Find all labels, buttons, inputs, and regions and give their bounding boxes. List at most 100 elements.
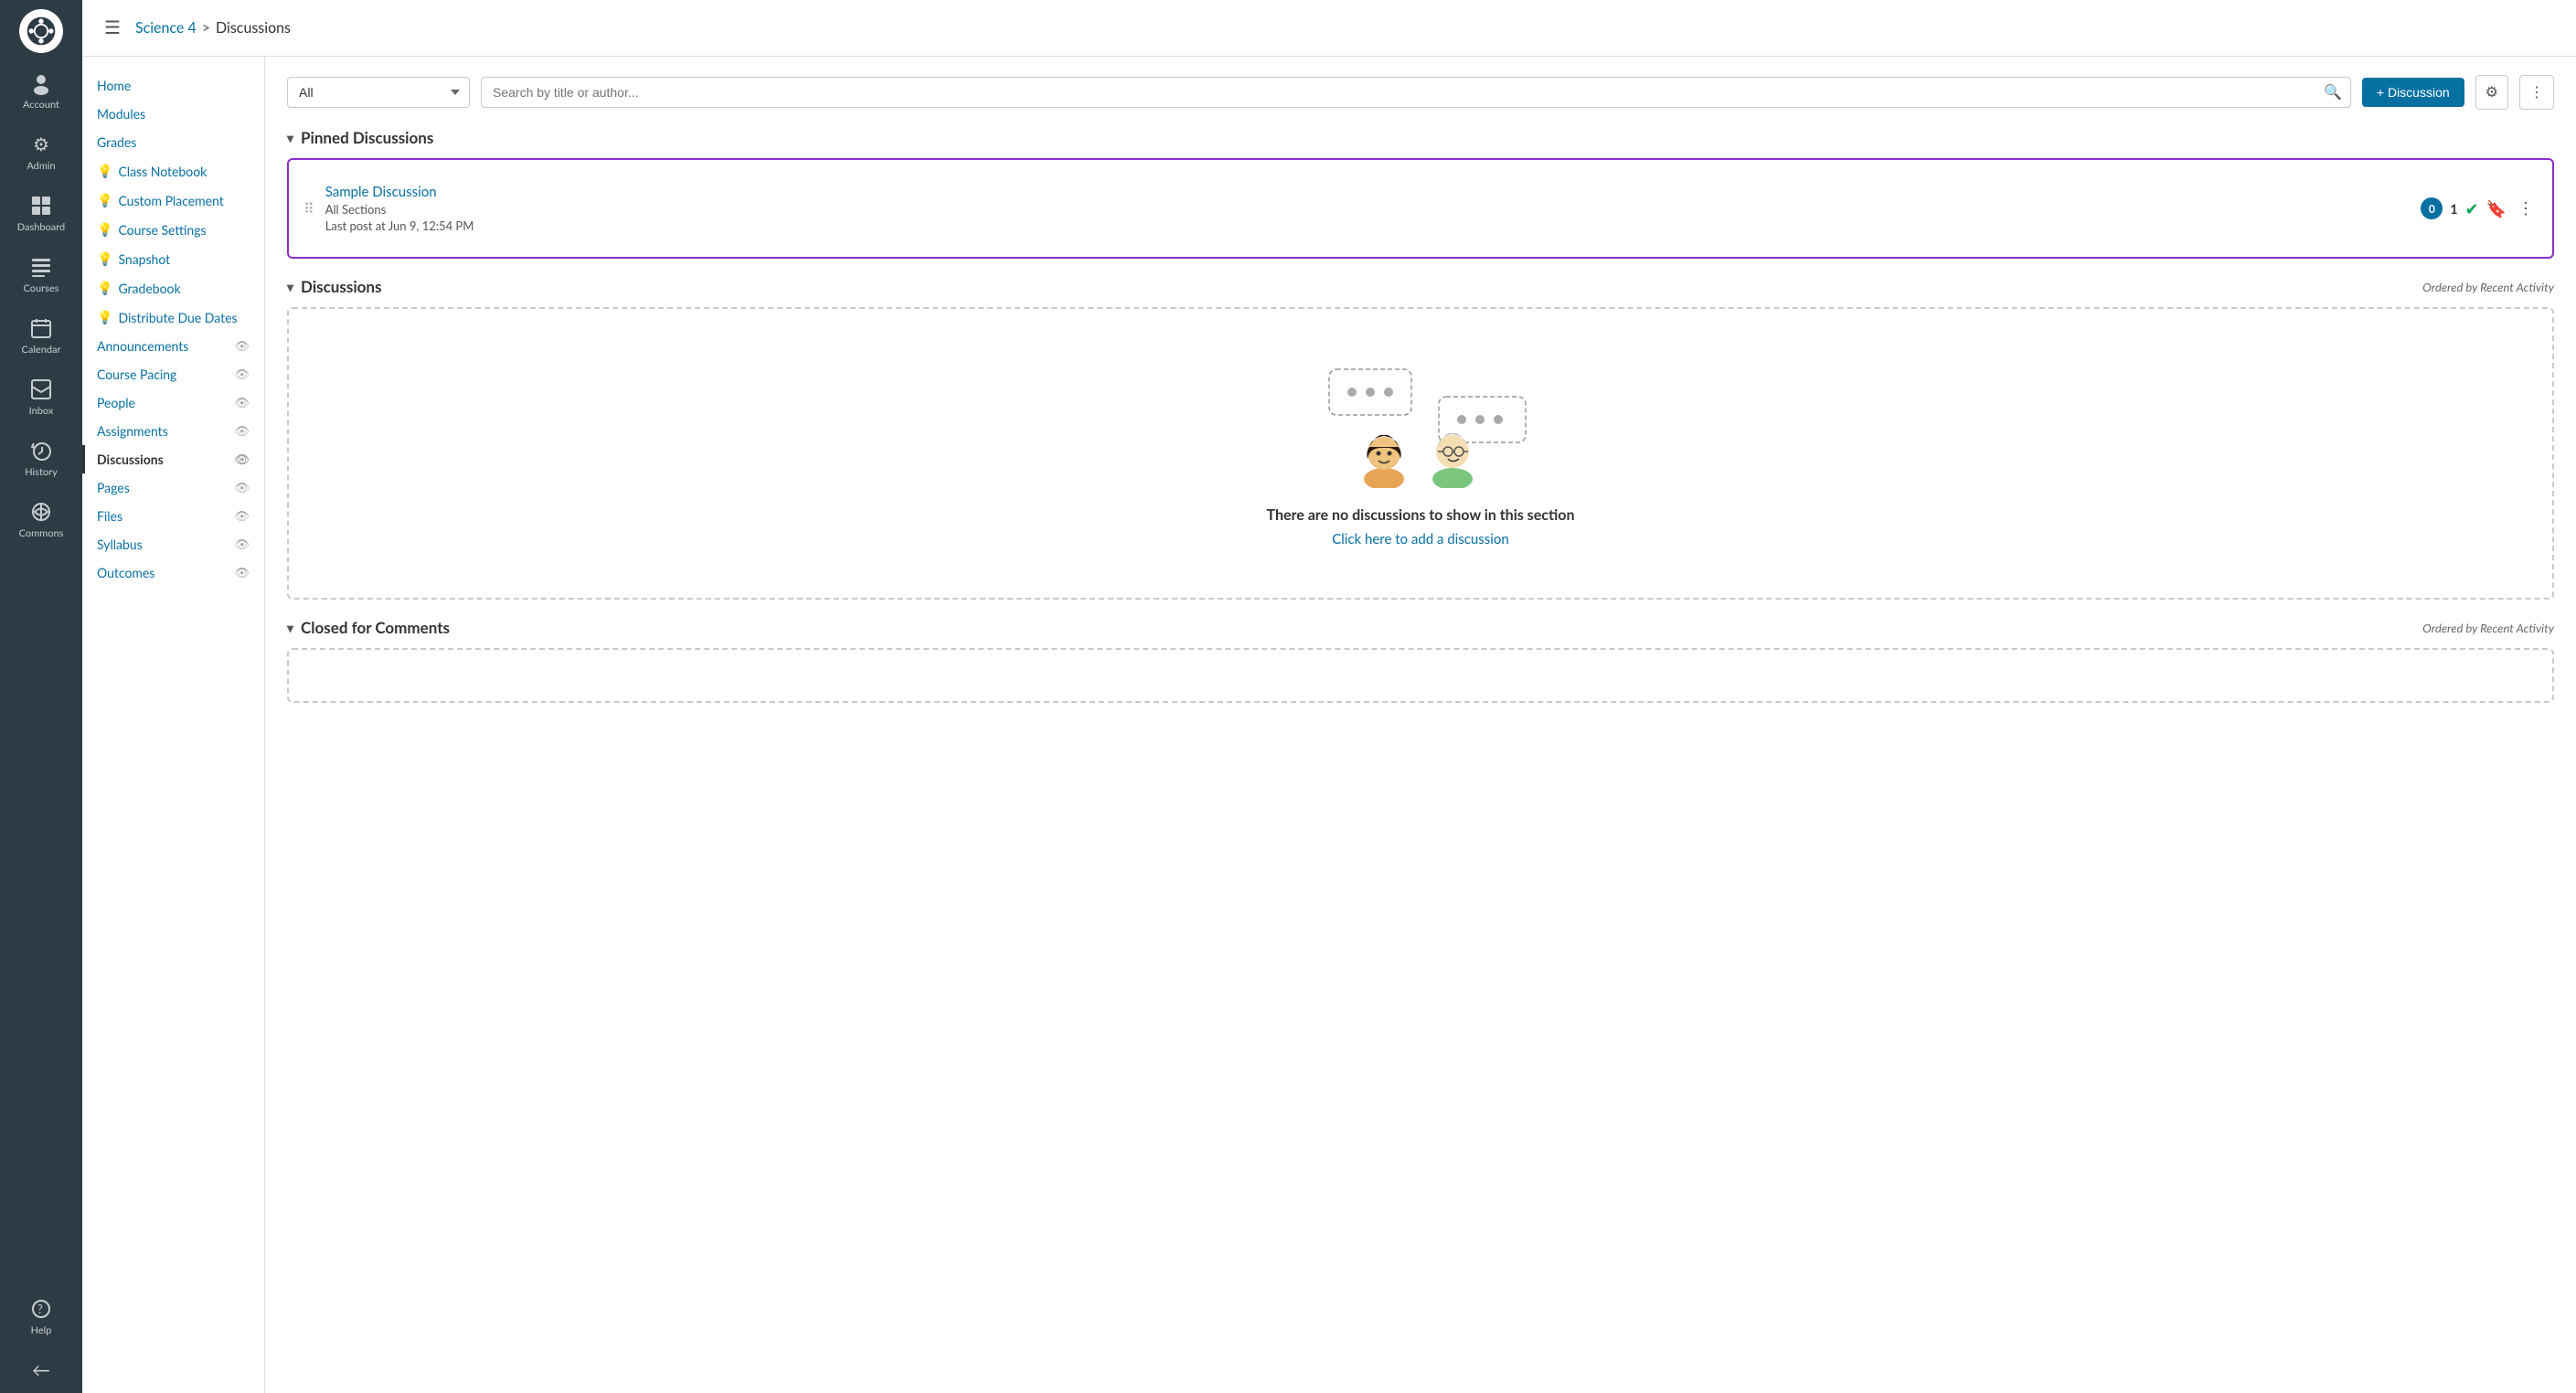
closed-section-header: ▾ Closed for Comments Ordered by Recent … (287, 618, 2554, 637)
course-nav-item-outcomes[interactable]: Outcomes👁 (82, 558, 264, 587)
pinned-section-title: Pinned Discussions (301, 128, 433, 147)
nav-inbox[interactable]: Inbox (0, 367, 82, 428)
nav-item-label: Custom Placement (118, 193, 223, 208)
check-icon: ✔ (2464, 198, 2478, 219)
discussions-section-title: Discussions (301, 277, 381, 296)
bookmark-icon: 🔖 (2486, 198, 2507, 219)
course-nav-item-pages[interactable]: Pages 👁 (82, 473, 264, 502)
dashboard-icon (29, 194, 53, 218)
unread-badge: 0 (2421, 197, 2443, 219)
bulb-icon: 💡 (97, 192, 112, 208)
eye-icon: 👁 (234, 395, 250, 410)
nav-item-label: Pages (97, 480, 130, 495)
empty-illustration (1302, 360, 1539, 488)
nav-item-label: Modules (97, 106, 145, 122)
course-nav-item-course-settings[interactable]: 💡Course Settings (82, 215, 264, 244)
nav-item-label: Grades (97, 134, 136, 150)
pinned-discussion-item: ⠿ Sample Discussion All Sections Last po… (303, 175, 2538, 242)
nav-help[interactable]: ? Help (0, 1286, 82, 1347)
search-wrapper: 🔍 (481, 77, 2351, 108)
drag-handle[interactable]: ⠿ (303, 200, 314, 218)
discussion-last-post: Last post at Jun 9, 12:54 PM (325, 218, 2411, 233)
filter-select[interactable]: All Unread Read Starred (287, 77, 470, 108)
eye-icon: 👁 (234, 452, 250, 467)
course-nav-item-gradebook[interactable]: 💡Gradebook (82, 273, 264, 303)
eye-icon: 👁 (234, 480, 250, 495)
courses-icon (29, 255, 53, 279)
course-nav-item-announcements[interactable]: Announcements👁 (82, 332, 264, 360)
nav-item-label: Syllabus (97, 537, 143, 552)
discussion-title-link[interactable]: Sample Discussion (325, 184, 437, 200)
calendar-icon (29, 316, 53, 340)
breadcrumb-parent-link[interactable]: Science 4 (135, 19, 197, 37)
pinned-box: ⠿ Sample Discussion All Sections Last po… (287, 158, 2554, 259)
bulb-icon: 💡 (97, 280, 112, 296)
course-nav-item-assignments[interactable]: Assignments 👁 (82, 417, 264, 445)
nav-commons[interactable]: Commons (0, 489, 82, 550)
nav-item-label: Assignments (97, 423, 168, 439)
closed-chevron[interactable]: ▾ (287, 620, 293, 636)
eye-icon: 👁 (234, 565, 250, 580)
nav-collapse[interactable]: ← (0, 1347, 82, 1393)
eye-icon: 👁 (234, 367, 250, 382)
course-nav-item-people[interactable]: People 👁 (82, 388, 264, 417)
discussion-info: Sample Discussion All Sections Last post… (325, 184, 2411, 233)
account-icon (29, 71, 53, 95)
eye-icon: 👁 (234, 423, 250, 439)
search-button[interactable]: 🔍 (2324, 83, 2342, 101)
nav-dashboard[interactable]: Dashboard (0, 183, 82, 244)
svg-text:?: ? (37, 1302, 43, 1316)
nav-account[interactable]: Account (0, 60, 82, 122)
admin-icon: ⚙ (29, 133, 53, 156)
closed-box (287, 648, 2554, 703)
empty-text: There are no discussions to show in this… (1267, 506, 1575, 524)
add-discussion-button[interactable]: + Discussion (2362, 78, 2464, 107)
course-nav-item-syllabus[interactable]: Syllabus👁 (82, 530, 264, 558)
nav-admin[interactable]: ⚙ Admin (0, 122, 82, 183)
more-options-button[interactable]: ⋮ (2519, 75, 2554, 110)
page-content: All Unread Read Starred 🔍 + Discussion ⚙… (265, 57, 2576, 1393)
course-nav-item-snapshot[interactable]: 💡 Snapshot (82, 244, 264, 273)
discussions-chevron[interactable]: ▾ (287, 279, 293, 295)
nav-item-label: Discussions (97, 452, 164, 467)
empty-add-link[interactable]: Click here to add a discussion (1332, 531, 1509, 548)
canvas-logo (19, 9, 63, 53)
nav-item-label: Snapshot (118, 251, 170, 267)
nav-item-label: Course Settings (118, 222, 206, 238)
breadcrumb-separator: > (202, 19, 210, 37)
discussions-order-label: Ordered by Recent Activity (2422, 280, 2554, 294)
course-nav-item-modules[interactable]: Modules (82, 100, 264, 128)
pinned-section: ▾ Pinned Discussions ⠿ Sample Discussion… (287, 128, 2554, 259)
pinned-chevron[interactable]: ▾ (287, 130, 293, 146)
course-nav-item-discussions[interactable]: Discussions 👁 (82, 445, 264, 473)
help-icon: ? (29, 1297, 53, 1321)
course-nav-item-custom-placement[interactable]: 💡 Custom Placement (82, 186, 264, 215)
breadcrumb: Science 4 > Discussions (135, 19, 291, 37)
hamburger-button[interactable]: ☰ (101, 13, 124, 43)
search-input[interactable] (481, 77, 2351, 108)
course-nav-item-grades[interactable]: Grades (82, 128, 264, 156)
course-nav-item-home[interactable]: Home (82, 71, 264, 100)
reply-count: 1 (2450, 201, 2457, 217)
item-more-button[interactable]: ⋮ (2514, 197, 2538, 220)
nav-item-label: Course Pacing (97, 367, 176, 382)
bulb-icon: 💡 (97, 163, 112, 179)
nav-calendar[interactable]: Calendar (0, 305, 82, 367)
closed-section-title: Closed for Comments (301, 618, 450, 637)
commons-icon (29, 500, 53, 524)
nav-courses[interactable]: Courses (0, 244, 82, 305)
discussions-section: ▾ Discussions Ordered by Recent Activity (287, 277, 2554, 600)
discussion-sections: All Sections (325, 202, 2411, 217)
course-nav-item-course-pacing[interactable]: Course Pacing 👁 (82, 360, 264, 388)
top-header: ☰ Science 4 > Discussions (82, 0, 2576, 57)
nav-item-label: People (97, 395, 135, 410)
course-nav-item-files[interactable]: Files👁 (82, 502, 264, 530)
bulb-icon: 💡 (97, 309, 112, 325)
course-nav-item-class-notebook[interactable]: 💡Class Notebook (82, 156, 264, 186)
nav-item-label: Files (97, 508, 122, 524)
global-nav: Account ⚙ Admin Dashboard Courses (0, 0, 82, 1393)
nav-history[interactable]: History (0, 428, 82, 489)
course-nav-item-distribute-due-dates[interactable]: 💡Distribute Due Dates (82, 303, 264, 332)
discussion-settings-button[interactable]: ⚙ (2475, 75, 2508, 110)
bulb-icon: 💡 (97, 250, 112, 267)
